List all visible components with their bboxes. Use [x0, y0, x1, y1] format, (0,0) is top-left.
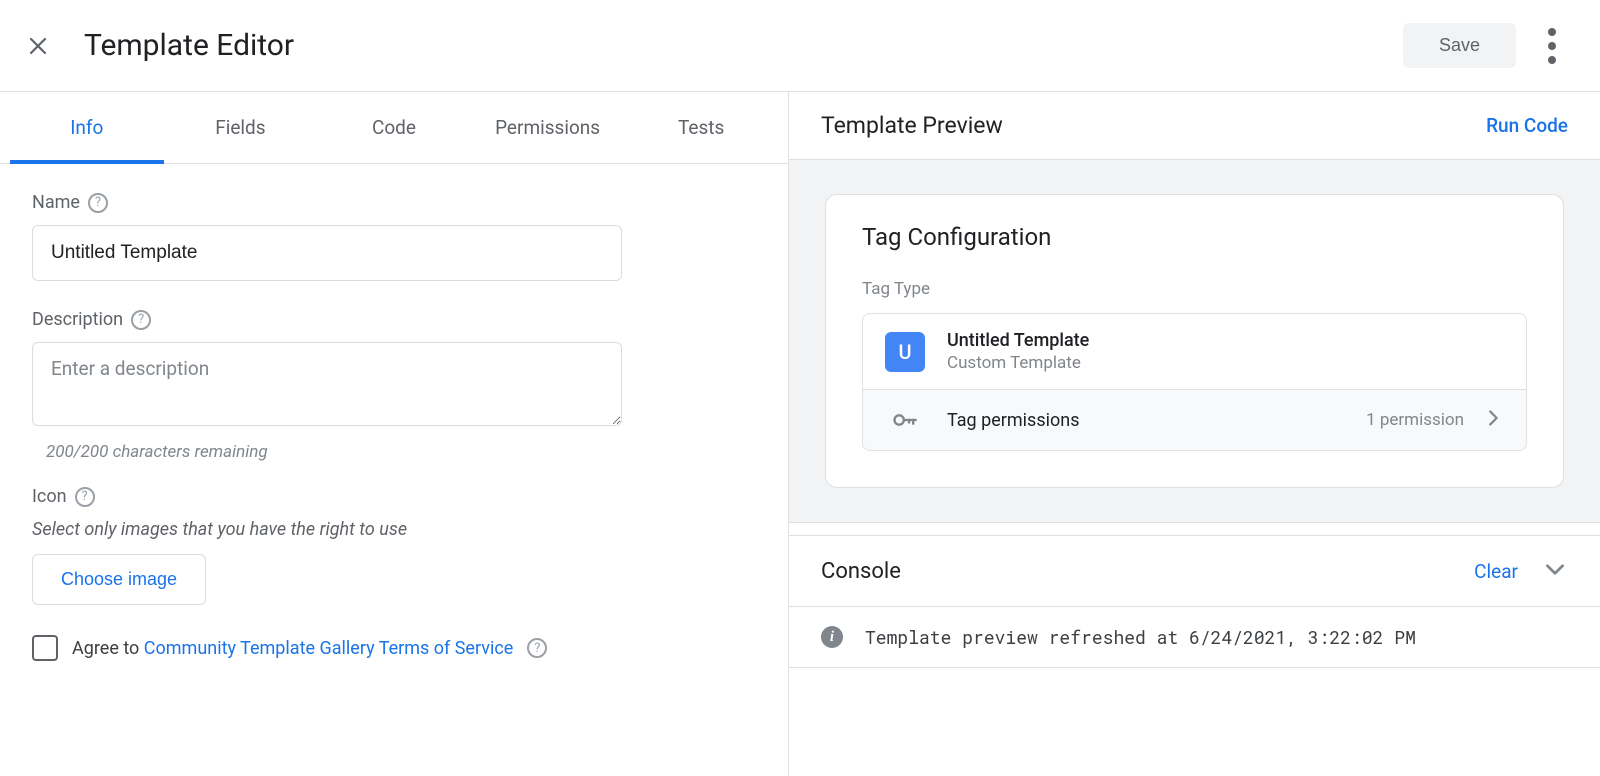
tag-type-label: Tag Type	[862, 279, 1527, 299]
more-menu-icon[interactable]	[1528, 22, 1576, 70]
tab-fields[interactable]: Fields	[164, 92, 318, 163]
card-title: Tag Configuration	[862, 223, 1527, 251]
console-row: i Template preview refreshed at 6/24/202…	[789, 607, 1600, 668]
avatar: U	[885, 332, 925, 372]
permissions-label: Tag permissions	[947, 410, 1366, 431]
console-message: Template preview refreshed at 6/24/2021,…	[865, 625, 1416, 649]
save-button[interactable]: Save	[1403, 23, 1516, 68]
help-icon[interactable]: ?	[131, 310, 151, 330]
key-icon	[885, 406, 925, 434]
icon-label-text: Icon	[32, 486, 67, 507]
help-icon[interactable]: ?	[75, 487, 95, 507]
info-icon: i	[821, 626, 843, 648]
name-input[interactable]	[32, 225, 622, 281]
tag-config-card: Tag Configuration Tag Type U Untitled Te…	[825, 194, 1564, 488]
tab-code[interactable]: Code	[317, 92, 471, 163]
template-subtitle: Custom Template	[947, 353, 1089, 373]
chevron-down-icon[interactable]	[1542, 556, 1568, 586]
agree-checkbox[interactable]	[32, 635, 58, 661]
choose-image-button[interactable]: Choose image	[32, 554, 206, 605]
help-icon[interactable]: ?	[527, 638, 547, 658]
tab-bar: Info Fields Code Permissions Tests	[0, 92, 788, 164]
template-name: Untitled Template	[947, 330, 1089, 351]
icon-label: Icon ?	[32, 486, 756, 507]
help-icon[interactable]: ?	[88, 193, 108, 213]
console-title: Console	[821, 559, 1474, 584]
agree-row: Agree to Community Template Gallery Term…	[32, 635, 756, 661]
console-header: Console Clear	[789, 536, 1600, 607]
run-code-button[interactable]: Run Code	[1486, 114, 1568, 137]
name-label: Name ?	[32, 192, 756, 213]
description-label-text: Description	[32, 309, 123, 330]
close-icon[interactable]	[24, 32, 52, 60]
tag-permissions-row[interactable]: Tag permissions 1 permission	[863, 390, 1526, 450]
chevron-right-icon	[1482, 407, 1504, 433]
editor-pane: Info Fields Code Permissions Tests Name …	[0, 92, 789, 776]
description-label: Description ?	[32, 309, 756, 330]
clear-button[interactable]: Clear	[1474, 560, 1518, 583]
preview-pane: Template Preview Run Code Tag Configurat…	[789, 92, 1600, 776]
tag-type-row: U Untitled Template Custom Template	[863, 314, 1526, 390]
name-label-text: Name	[32, 192, 80, 213]
icon-hint: Select only images that you have the rig…	[32, 519, 756, 540]
tab-permissions[interactable]: Permissions	[471, 92, 625, 163]
char-count: 200/200 characters remaining	[46, 442, 756, 462]
description-input[interactable]	[32, 342, 622, 426]
page-title: Template Editor	[84, 28, 1403, 63]
preview-title: Template Preview	[821, 112, 1003, 139]
tab-tests[interactable]: Tests	[624, 92, 778, 163]
terms-link[interactable]: Community Template Gallery Terms of Serv…	[144, 638, 514, 659]
top-bar: Template Editor Save	[0, 0, 1600, 92]
agree-prefix: Agree to	[72, 638, 144, 659]
permissions-count: 1 permission	[1366, 410, 1464, 430]
tab-info[interactable]: Info	[10, 92, 164, 163]
